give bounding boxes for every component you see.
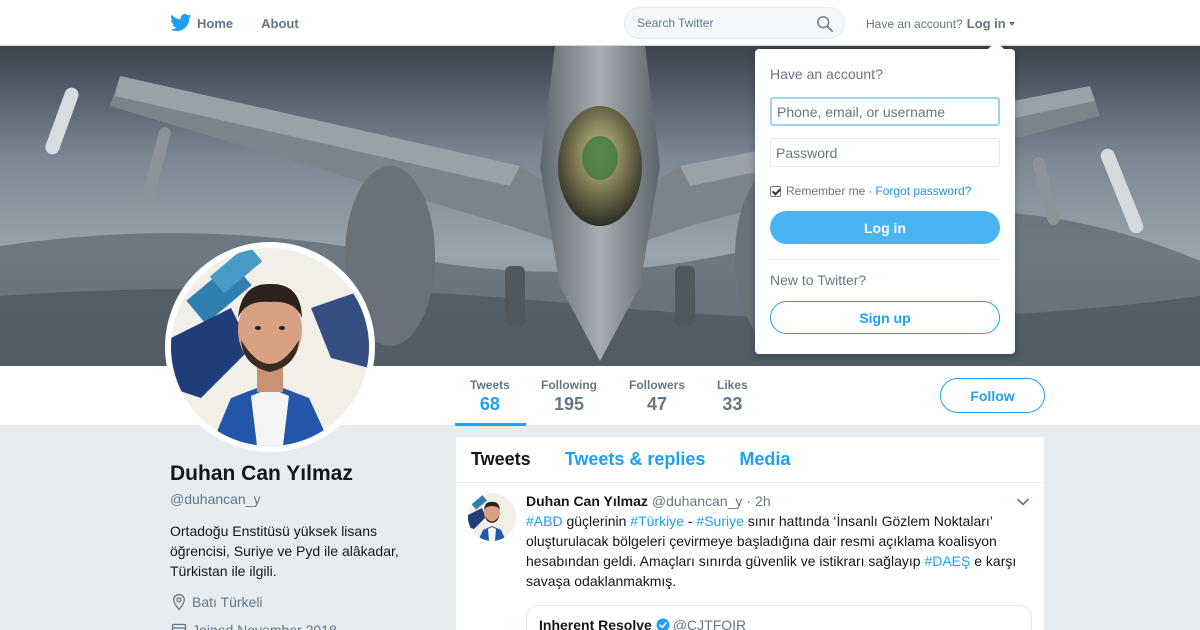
search-icon[interactable]: [816, 15, 834, 33]
profile-location-text: Batı Türkeli: [192, 594, 263, 610]
login-dropdown: Have an account? Remember me · Forgot pa…: [755, 41, 1015, 354]
timeline-tabs: Tweets Tweets & replies Media: [456, 437, 1044, 483]
follow-button[interactable]: Follow: [940, 378, 1045, 413]
tweet-text: #ABD güçlerinin #Türkiye - #Suriye sınır…: [526, 511, 1032, 591]
forgot-password-link[interactable]: Forgot password?: [875, 184, 971, 198]
hashtag-link[interactable]: #DAEŞ: [924, 553, 970, 569]
stat-followers-value: 47: [646, 394, 668, 414]
login-button[interactable]: Log in: [770, 211, 1000, 244]
quoted-tweet[interactable]: Inherent Resolve @CJTFOIR: [526, 605, 1032, 630]
chevron-down-icon: [1008, 21, 1015, 26]
stat-likes-value: 33: [722, 394, 743, 414]
tweet-separator: ·: [746, 493, 752, 509]
stat-tweets-value: 68: [479, 394, 500, 414]
profile-name[interactable]: Duhan Can Yılmaz: [170, 462, 440, 486]
hashtag-link[interactable]: #Suriye: [696, 513, 743, 529]
account-prompt-text: Have an account?: [866, 16, 963, 31]
nav-home-link[interactable]: Home: [170, 14, 233, 32]
login-dropdown-toggle[interactable]: Log in: [967, 16, 1015, 31]
avatar-photo: [171, 248, 369, 446]
stat-tweets[interactable]: Tweets 68: [470, 378, 510, 415]
tweet-author-avatar[interactable]: [468, 493, 516, 541]
login-dropdown-title: Have an account?: [770, 66, 883, 82]
account-prompt: Have an account? Log in: [866, 16, 1015, 31]
profile-join-date: Joined November 2018: [170, 621, 440, 630]
profile-join-date-text: Joined November 2018: [192, 622, 337, 630]
stat-likes-label: Likes: [717, 378, 748, 392]
stat-followers-label: Followers: [629, 378, 686, 392]
tweet-author-name[interactable]: Duhan Can Yılmaz: [526, 493, 648, 509]
hashtag-link[interactable]: #Türkiye: [630, 513, 684, 529]
profile-avatar-frame: [165, 242, 375, 452]
calendar-icon: [171, 623, 187, 630]
tweets-timeline: Tweets Tweets & replies Media Duhan Can …: [456, 437, 1044, 630]
dropdown-divider: [770, 259, 1000, 260]
chevron-down-icon[interactable]: [1016, 495, 1030, 509]
tweet-header: Duhan Can Yılmaz @duhancan_y · 2h: [526, 493, 1032, 509]
stat-followers[interactable]: Followers 47: [629, 378, 685, 415]
nav-about-label: About: [261, 15, 299, 31]
tab-tweets-and-replies[interactable]: Tweets & replies: [565, 449, 706, 470]
profile-handle[interactable]: @duhancan_y: [170, 491, 440, 507]
tweet-item[interactable]: Duhan Can Yılmaz @duhancan_y · 2h #ABD g…: [456, 483, 1044, 630]
stat-following[interactable]: Following 195: [541, 378, 597, 415]
hashtag-link[interactable]: #ABD: [526, 513, 563, 529]
tab-media[interactable]: Media: [739, 449, 790, 470]
login-link-label: Log in: [966, 16, 1006, 31]
stat-tweets-label: Tweets: [470, 378, 510, 392]
quoted-author-name: Inherent Resolve: [539, 617, 652, 630]
separator-dot: ·: [868, 184, 873, 198]
profile-bio: Ortadoğu Enstitüsü yüksek lisans öğrenci…: [170, 523, 399, 579]
search-box[interactable]: [624, 7, 845, 39]
nav-home-label: Home: [197, 15, 234, 31]
search-input[interactable]: [637, 16, 807, 30]
profile-header-card: Duhan Can Yılmaz @duhancan_y Ortadoğu En…: [170, 462, 440, 630]
tweet-text-fragment: -: [683, 513, 697, 529]
active-stat-underline: [455, 423, 526, 426]
remember-me-row: Remember me · Forgot password?: [770, 184, 1000, 198]
tweet-timestamp[interactable]: 2h: [755, 493, 771, 509]
stat-following-label: Following: [541, 378, 597, 392]
stat-likes[interactable]: Likes 33: [717, 378, 748, 415]
tweet-text-fragment: güçlerinin: [562, 513, 631, 529]
new-to-twitter-text: New to Twitter?: [770, 272, 867, 288]
quoted-author-handle: @CJTFOIR: [672, 617, 747, 630]
location-pin-icon: [173, 593, 185, 611]
tweet-author-handle[interactable]: @duhancan_y: [652, 493, 743, 509]
tweet-avatar-photo: [468, 493, 516, 541]
avatar[interactable]: [171, 248, 369, 446]
top-navigation-bar: Home About Have an account? Log in: [0, 0, 1200, 46]
username-field[interactable]: [770, 97, 1000, 126]
tab-tweets[interactable]: Tweets: [471, 449, 531, 470]
verified-badge-icon: [656, 618, 670, 630]
twitter-bird-icon: [170, 14, 192, 32]
remember-me-checkbox[interactable]: [770, 185, 781, 197]
nav-left: Home About: [170, 0, 327, 46]
nav-about-link[interactable]: About: [261, 16, 299, 31]
stat-following-value: 195: [553, 394, 585, 414]
dropdown-arrow: [988, 41, 1004, 49]
remember-me-label[interactable]: Remember me: [786, 184, 865, 198]
password-field[interactable]: [770, 138, 1000, 167]
signup-button[interactable]: Sign up: [770, 301, 1000, 334]
profile-location: Batı Türkeli: [170, 593, 440, 611]
